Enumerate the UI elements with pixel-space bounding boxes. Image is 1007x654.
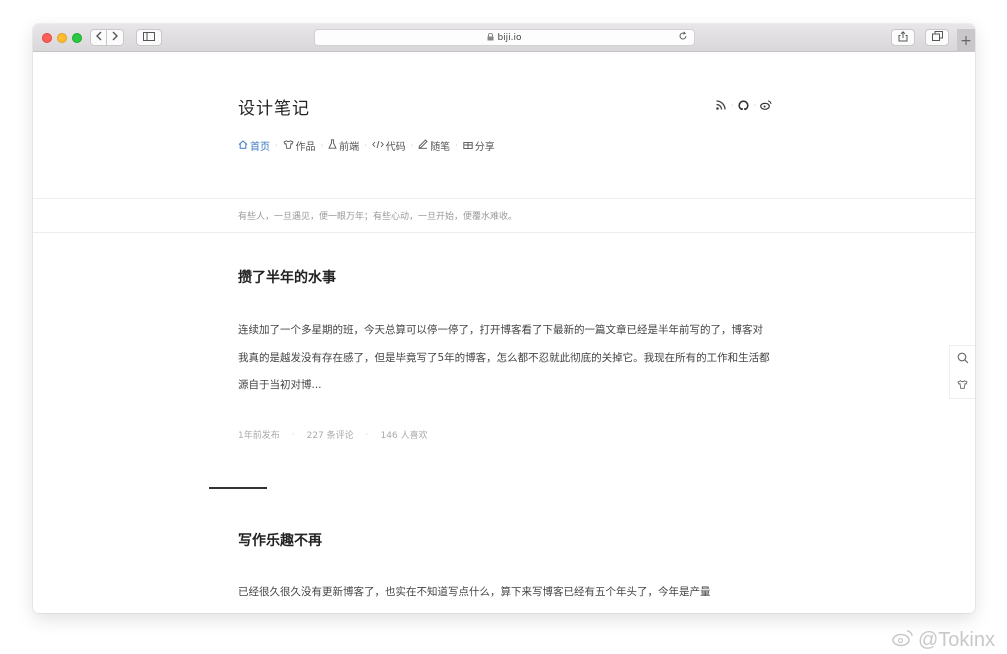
back-button[interactable] — [90, 29, 107, 46]
site-tagline: 有些人，一旦遇见，便一眼万年；有些心动，一旦开始，便覆水难收。 — [238, 212, 518, 222]
post-comments[interactable]: 227 条评论 — [307, 428, 354, 441]
nav-separator: · — [364, 141, 367, 150]
zoom-window-button[interactable] — [72, 33, 82, 43]
nav-item-label: 分享 — [474, 142, 495, 153]
forward-button[interactable] — [107, 29, 124, 46]
separator-dot: · — [731, 100, 734, 110]
nav-separator: · — [320, 141, 324, 150]
nav-separator: · — [275, 141, 278, 150]
plus-icon: + — [960, 32, 972, 49]
nav-item-essays[interactable]: 随笔 — [418, 138, 450, 153]
code-icon — [371, 140, 384, 152]
share-button[interactable] — [891, 29, 915, 46]
reload-icon[interactable] — [678, 31, 688, 44]
url-text: biji.io — [497, 32, 522, 43]
home-icon — [238, 139, 248, 152]
nav-separator: · — [455, 141, 458, 150]
meta-separator: · — [365, 429, 369, 440]
sidebar-toggle-button[interactable] — [136, 29, 162, 46]
separator-dot: · — [753, 100, 757, 110]
meta-separator: · — [291, 429, 295, 440]
post-excerpt: 已经很久很久没有更新博客了，也实在不知道写点什么，算下来写博客已经有五个年头了，… — [238, 586, 711, 598]
post-title[interactable]: 写作乐趣不再 — [238, 530, 322, 550]
lock-icon — [487, 32, 494, 43]
tagline-bar: 有些人，一旦遇见，便一眼万年；有些心动，一旦开始，便覆水难收。 — [33, 198, 975, 233]
nav-separator: · — [410, 141, 414, 150]
show-tabs-button[interactable] — [925, 29, 949, 46]
share-icon — [898, 30, 908, 45]
minimize-window-button[interactable] — [57, 33, 67, 43]
nav-item-works[interactable]: 作品 — [282, 138, 316, 153]
pen-icon — [418, 139, 428, 152]
weibo-icon — [892, 629, 914, 652]
nav-item-label: 随笔 — [430, 142, 451, 153]
browser-window: biji.io + 设计笔记 · · 首页 · 作品 · 前端 · 代码 · 随… — [33, 24, 975, 613]
address-bar[interactable]: biji.io — [314, 29, 695, 46]
post-divider — [209, 487, 267, 489]
chevron-right-icon — [111, 31, 119, 44]
post-published: 1年前发布 — [238, 431, 280, 441]
weibo-icon[interactable] — [760, 99, 772, 111]
nav-item-label: 代码 — [385, 142, 406, 153]
nav-item-code[interactable]: 代码 — [371, 138, 406, 153]
post-likes[interactable]: 146 人喜欢 — [381, 428, 428, 441]
shirt-icon — [282, 139, 294, 152]
flask-icon — [328, 139, 337, 152]
nav-item-label: 前端 — [339, 142, 360, 153]
chevron-left-icon — [95, 31, 103, 44]
header-social-icons: · · — [715, 99, 772, 111]
site-title[interactable]: 设计笔记 — [238, 94, 310, 119]
rss-icon[interactable] — [715, 99, 727, 111]
search-icon — [957, 352, 969, 367]
theme-button[interactable] — [950, 372, 976, 398]
floating-side-tools — [949, 345, 975, 399]
nav-item-frontend[interactable]: 前端 — [328, 138, 359, 153]
nav-item-home[interactable]: 首页 — [238, 138, 270, 153]
watermark: @Tokinx — [892, 629, 995, 652]
search-button[interactable] — [950, 346, 976, 372]
close-window-button[interactable] — [42, 33, 52, 43]
post-title[interactable]: 攒了半年的水事 — [238, 267, 336, 287]
web-page: 设计笔记 · · 首页 · 作品 · 前端 · 代码 · 随笔 · 分享 有些人… — [33, 52, 975, 613]
nav-item-label: 首页 — [250, 142, 270, 153]
nav-item-share[interactable]: 分享 — [463, 138, 495, 153]
post-meta: 1年前发布 · 227 条评论 · 146 人喜欢 — [238, 428, 428, 442]
shirt-icon — [957, 379, 968, 392]
tabs-icon — [931, 31, 943, 44]
browser-toolbar: biji.io + — [33, 24, 975, 52]
main-nav: 首页 · 作品 · 前端 · 代码 · 随笔 · 分享 — [238, 138, 495, 153]
sidebar-icon — [143, 31, 155, 44]
github-icon[interactable] — [738, 99, 750, 111]
watermark-text: @Tokinx — [918, 629, 995, 651]
nav-item-label: 作品 — [295, 142, 316, 153]
new-tab-button[interactable]: + — [957, 29, 975, 52]
post-excerpt: 连续加了一个多星期的班，今天总算可以停一停了，打开博客看了下最新的一篇文章已经是… — [238, 324, 770, 391]
gift-icon — [463, 140, 473, 152]
